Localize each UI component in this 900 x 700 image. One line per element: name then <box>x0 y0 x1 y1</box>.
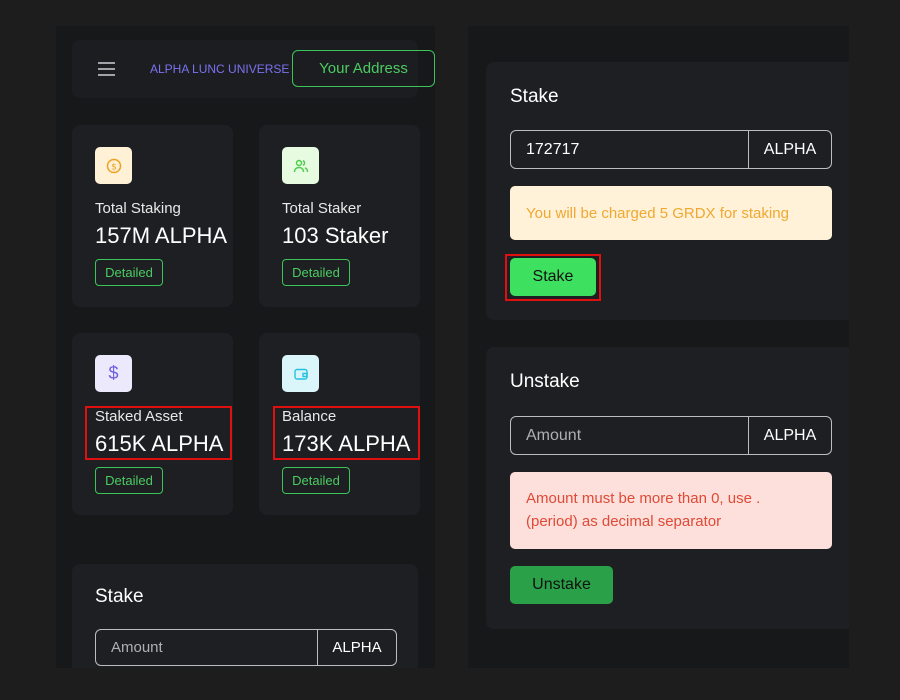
amount-placeholder[interactable]: Amount <box>511 417 749 454</box>
right-panel: Stake 172717 ALPHA You will be charged 5… <box>468 26 849 668</box>
detailed-button[interactable]: Detailed <box>95 259 163 286</box>
amount-placeholder[interactable]: Amount <box>96 630 318 665</box>
stake-amount-input[interactable]: 172717 ALPHA <box>510 130 832 169</box>
unstake-card: Unstake Amount ALPHA Amount must be more… <box>486 347 849 629</box>
fee-notice: You will be charged 5 GRDX for staking <box>510 186 832 240</box>
left-stake-card: Stake Amount ALPHA <box>72 564 418 668</box>
header-bar: ALPHA LUNC UNIVERSE Your Address <box>72 40 435 98</box>
detailed-button[interactable]: Detailed <box>282 467 350 494</box>
detailed-button[interactable]: Detailed <box>282 259 350 286</box>
hamburger-icon[interactable] <box>98 62 115 76</box>
stat-label: Total Staker <box>282 200 362 217</box>
highlight-stake-button <box>505 254 601 301</box>
unit-label: ALPHA <box>332 639 382 656</box>
stat-card-total-staker: Total Staker 103 Staker Detailed <box>259 125 420 307</box>
stat-value: 103 Staker <box>282 223 389 248</box>
highlight-balance <box>273 406 420 460</box>
stat-value: 157M ALPHA <box>95 223 228 248</box>
your-address-button[interactable]: Your Address <box>292 50 435 87</box>
brand-title[interactable]: ALPHA LUNC UNIVERSE <box>150 62 289 76</box>
stake-amount-value[interactable]: 172717 <box>511 131 749 168</box>
dollar-icon: $ <box>95 355 132 392</box>
unstake-button[interactable]: Unstake <box>510 566 613 604</box>
unstake-amount-input[interactable]: Amount ALPHA <box>510 416 832 455</box>
error-message: Amount must be more than 0, use . (perio… <box>510 472 832 549</box>
unit-label: ALPHA <box>763 140 817 158</box>
wallet-icon <box>282 355 319 392</box>
stake-title: Stake <box>510 86 559 107</box>
stat-card-total-staking: $ Total Staking 157M ALPHA Detailed <box>72 125 233 307</box>
highlight-staked-asset <box>85 406 232 460</box>
stake-amount-input[interactable]: Amount ALPHA <box>95 629 397 666</box>
left-panel: ALPHA LUNC UNIVERSE Your Address $ Total… <box>56 26 435 668</box>
stake-title: Stake <box>95 586 144 607</box>
users-icon <box>282 147 319 184</box>
unstake-title: Unstake <box>510 371 580 392</box>
dollar-coin-icon: $ <box>95 147 132 184</box>
stat-label: Total Staking <box>95 200 181 217</box>
unit-label: ALPHA <box>763 426 817 444</box>
detailed-button[interactable]: Detailed <box>95 467 163 494</box>
svg-text:$: $ <box>111 162 117 172</box>
